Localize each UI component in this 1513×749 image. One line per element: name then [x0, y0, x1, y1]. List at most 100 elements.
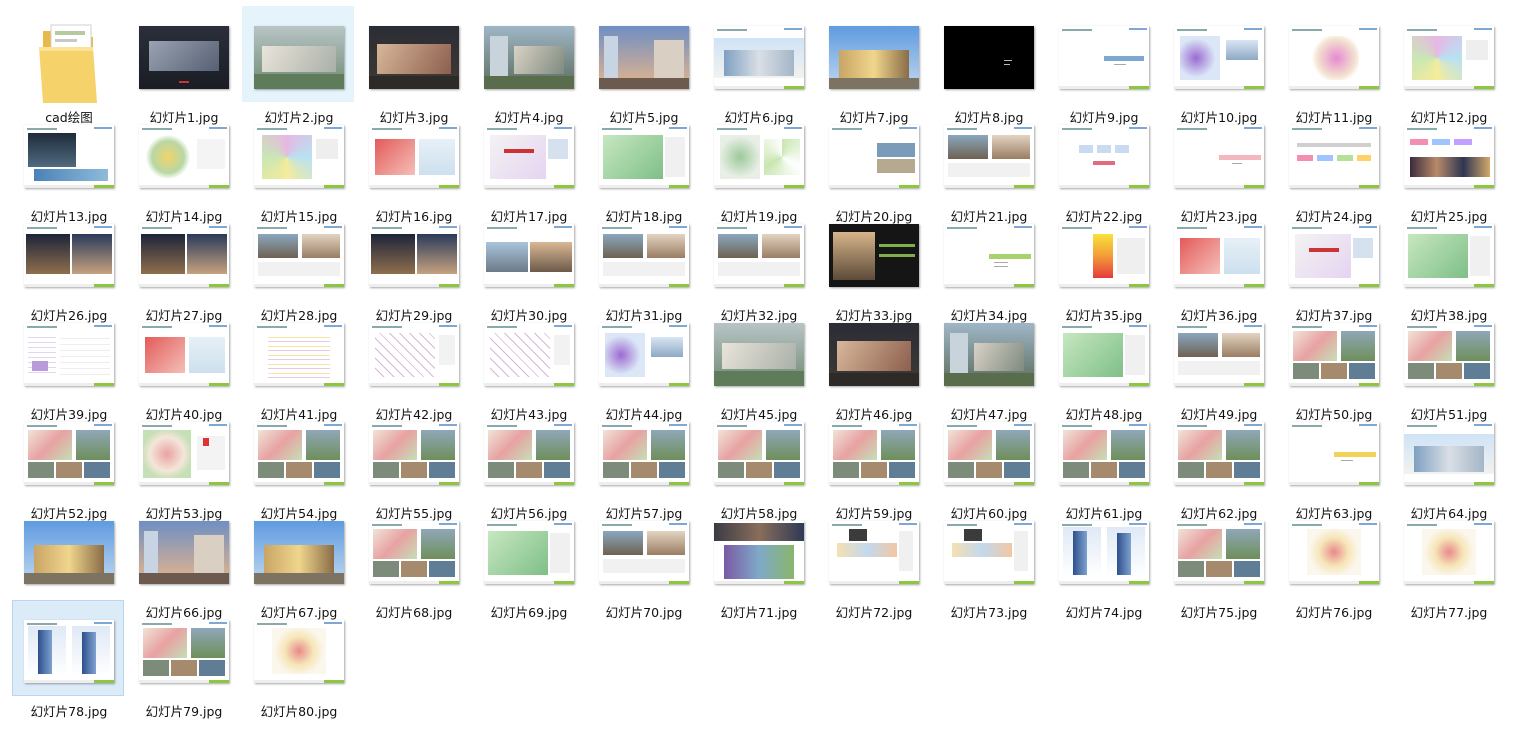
file-item[interactable]: 幻灯片5.jpg	[587, 6, 699, 125]
file-item[interactable]: 幻灯片73.jpg	[932, 501, 1044, 620]
file-item[interactable]: 幻灯片36.jpg	[1162, 204, 1274, 323]
file-item[interactable]: 幻灯片67.jpg	[242, 501, 354, 620]
file-item[interactable]: 幻灯片33.jpg	[817, 204, 929, 323]
file-item[interactable]: 幻灯片63.jpg	[1277, 402, 1389, 521]
file-item[interactable]: 幻灯片76.jpg	[1277, 501, 1389, 620]
file-item[interactable]: 幻灯片23.jpg	[1162, 105, 1274, 224]
file-thumbnail	[139, 619, 229, 683]
file-thumbnail	[1174, 322, 1264, 386]
file-item[interactable]: 幻灯片80.jpg	[242, 600, 354, 719]
file-item[interactable]: 幻灯片68.jpg	[357, 501, 469, 620]
file-thumbnail	[829, 520, 919, 584]
file-item[interactable]: 幻灯片37.jpg	[1277, 204, 1389, 323]
file-item[interactable]: 幻灯片7.jpg	[817, 6, 929, 125]
file-label: 幻灯片68.jpg	[375, 605, 453, 620]
file-thumbnail	[1174, 25, 1264, 89]
file-item[interactable]: 幻灯片14.jpg	[127, 105, 239, 224]
file-item[interactable]: 幻灯片27.jpg	[127, 204, 239, 323]
file-label: 幻灯片80.jpg	[260, 704, 338, 719]
file-item[interactable]: 幻灯片21.jpg	[932, 105, 1044, 224]
file-thumbnail	[1059, 223, 1149, 287]
file-thumbnail	[1059, 520, 1149, 584]
file-item[interactable]: 幻灯片9.jpg	[1047, 6, 1159, 125]
file-thumbnail	[1059, 322, 1149, 386]
file-item[interactable]: 幻灯片52.jpg	[12, 402, 124, 521]
file-item[interactable]: 幻灯片44.jpg	[587, 303, 699, 422]
file-item[interactable]: 幻灯片40.jpg	[127, 303, 239, 422]
file-thumbnail	[139, 421, 229, 485]
file-item[interactable]: 幻灯片51.jpg	[1392, 303, 1504, 422]
file-item[interactable]: 幻灯片70.jpg	[587, 501, 699, 620]
file-item[interactable]: 幻灯片6.jpg	[702, 6, 814, 125]
file-item[interactable]: 幻灯片78.jpg	[12, 600, 124, 719]
file-item[interactable]: 幻灯片3.jpg	[357, 6, 469, 125]
file-item[interactable]: 幻灯片75.jpg	[1162, 501, 1274, 620]
file-item[interactable]: 幻灯片24.jpg	[1277, 105, 1389, 224]
file-item[interactable]: 幻灯片38.jpg	[1392, 204, 1504, 323]
file-item[interactable]: 幻灯片19.jpg	[702, 105, 814, 224]
file-item[interactable]: 幻灯片1.jpg	[127, 6, 239, 125]
file-item[interactable]: 幻灯片12.jpg	[1392, 6, 1504, 125]
file-item[interactable]: 幻灯片35.jpg	[1047, 204, 1159, 323]
file-item[interactable]: 幻灯片59.jpg	[817, 402, 929, 521]
file-label: 幻灯片76.jpg	[1295, 605, 1373, 620]
file-thumbnail	[829, 223, 919, 287]
file-item[interactable]: 幻灯片60.jpg	[932, 402, 1044, 521]
file-item[interactable]: 幻灯片49.jpg	[1162, 303, 1274, 422]
file-item[interactable]: 幻灯片8.jpg	[932, 6, 1044, 125]
file-item[interactable]: 幻灯片4.jpg	[472, 6, 584, 125]
file-item[interactable]: 幻灯片28.jpg	[242, 204, 354, 323]
file-item[interactable]: 幻灯片42.jpg	[357, 303, 469, 422]
file-thumbnail	[599, 421, 689, 485]
file-item[interactable]: 幻灯片10.jpg	[1162, 6, 1274, 125]
file-item[interactable]: 幻灯片64.jpg	[1392, 402, 1504, 521]
file-item[interactable]: 幻灯片32.jpg	[702, 204, 814, 323]
file-item[interactable]: 幻灯片11.jpg	[1277, 6, 1389, 125]
file-item[interactable]: 幻灯片62.jpg	[1162, 402, 1274, 521]
file-item[interactable]: 幻灯片18.jpg	[587, 105, 699, 224]
file-item[interactable]: 幻灯片41.jpg	[242, 303, 354, 422]
file-item[interactable]: 幻灯片34.jpg	[932, 204, 1044, 323]
file-item[interactable]: 幻灯片47.jpg	[932, 303, 1044, 422]
file-item[interactable]: 幻灯片13.jpg	[12, 105, 124, 224]
file-item[interactable]: 幻灯片79.jpg	[127, 600, 239, 719]
file-item[interactable]: 幻灯片26.jpg	[12, 204, 124, 323]
file-item[interactable]: 幻灯片22.jpg	[1047, 105, 1159, 224]
file-item[interactable]: 幻灯片54.jpg	[242, 402, 354, 521]
file-item[interactable]: 幻灯片25.jpg	[1392, 105, 1504, 224]
file-item[interactable]: 幻灯片61.jpg	[1047, 402, 1159, 521]
file-thumbnail	[944, 520, 1034, 584]
file-item[interactable]: 幻灯片16.jpg	[357, 105, 469, 224]
file-item[interactable]: 幻灯片50.jpg	[1277, 303, 1389, 422]
file-thumbnail	[254, 322, 344, 386]
file-item[interactable]: 幻灯片71.jpg	[702, 501, 814, 620]
file-item[interactable]: 幻灯片39.jpg	[12, 303, 124, 422]
file-thumbnail	[829, 124, 919, 188]
file-item[interactable]: 幻灯片43.jpg	[472, 303, 584, 422]
file-item[interactable]: 幻灯片77.jpg	[1392, 501, 1504, 620]
file-item[interactable]: 幻灯片17.jpg	[472, 105, 584, 224]
file-item[interactable]: 幻灯片55.jpg	[357, 402, 469, 521]
file-item[interactable]: 幻灯片29.jpg	[357, 204, 469, 323]
file-item[interactable]: 幻灯片57.jpg	[587, 402, 699, 521]
file-item[interactable]: 幻灯片65.jpg	[12, 501, 124, 620]
file-item[interactable]: 幻灯片53.jpg	[127, 402, 239, 521]
file-item[interactable]: 幻灯片20.jpg	[817, 105, 929, 224]
file-item[interactable]: 幻灯片56.jpg	[472, 402, 584, 521]
file-item[interactable]: 幻灯片72.jpg	[817, 501, 929, 620]
file-label: 幻灯片75.jpg	[1180, 605, 1258, 620]
folder-item-cad[interactable]: cad绘图	[12, 6, 124, 125]
file-item[interactable]: 幻灯片58.jpg	[702, 402, 814, 521]
file-item[interactable]: 幻灯片31.jpg	[587, 204, 699, 323]
file-item[interactable]: 幻灯片74.jpg	[1047, 501, 1159, 620]
file-item[interactable]: 幻灯片45.jpg	[702, 303, 814, 422]
file-thumbnail	[944, 124, 1034, 188]
file-thumbnail	[139, 25, 229, 89]
file-item[interactable]: 幻灯片2.jpg	[242, 6, 354, 125]
file-item[interactable]: 幻灯片66.jpg	[127, 501, 239, 620]
file-item[interactable]: 幻灯片15.jpg	[242, 105, 354, 224]
file-item[interactable]: 幻灯片46.jpg	[817, 303, 929, 422]
file-item[interactable]: 幻灯片69.jpg	[472, 501, 584, 620]
file-item[interactable]: 幻灯片48.jpg	[1047, 303, 1159, 422]
file-item[interactable]: 幻灯片30.jpg	[472, 204, 584, 323]
